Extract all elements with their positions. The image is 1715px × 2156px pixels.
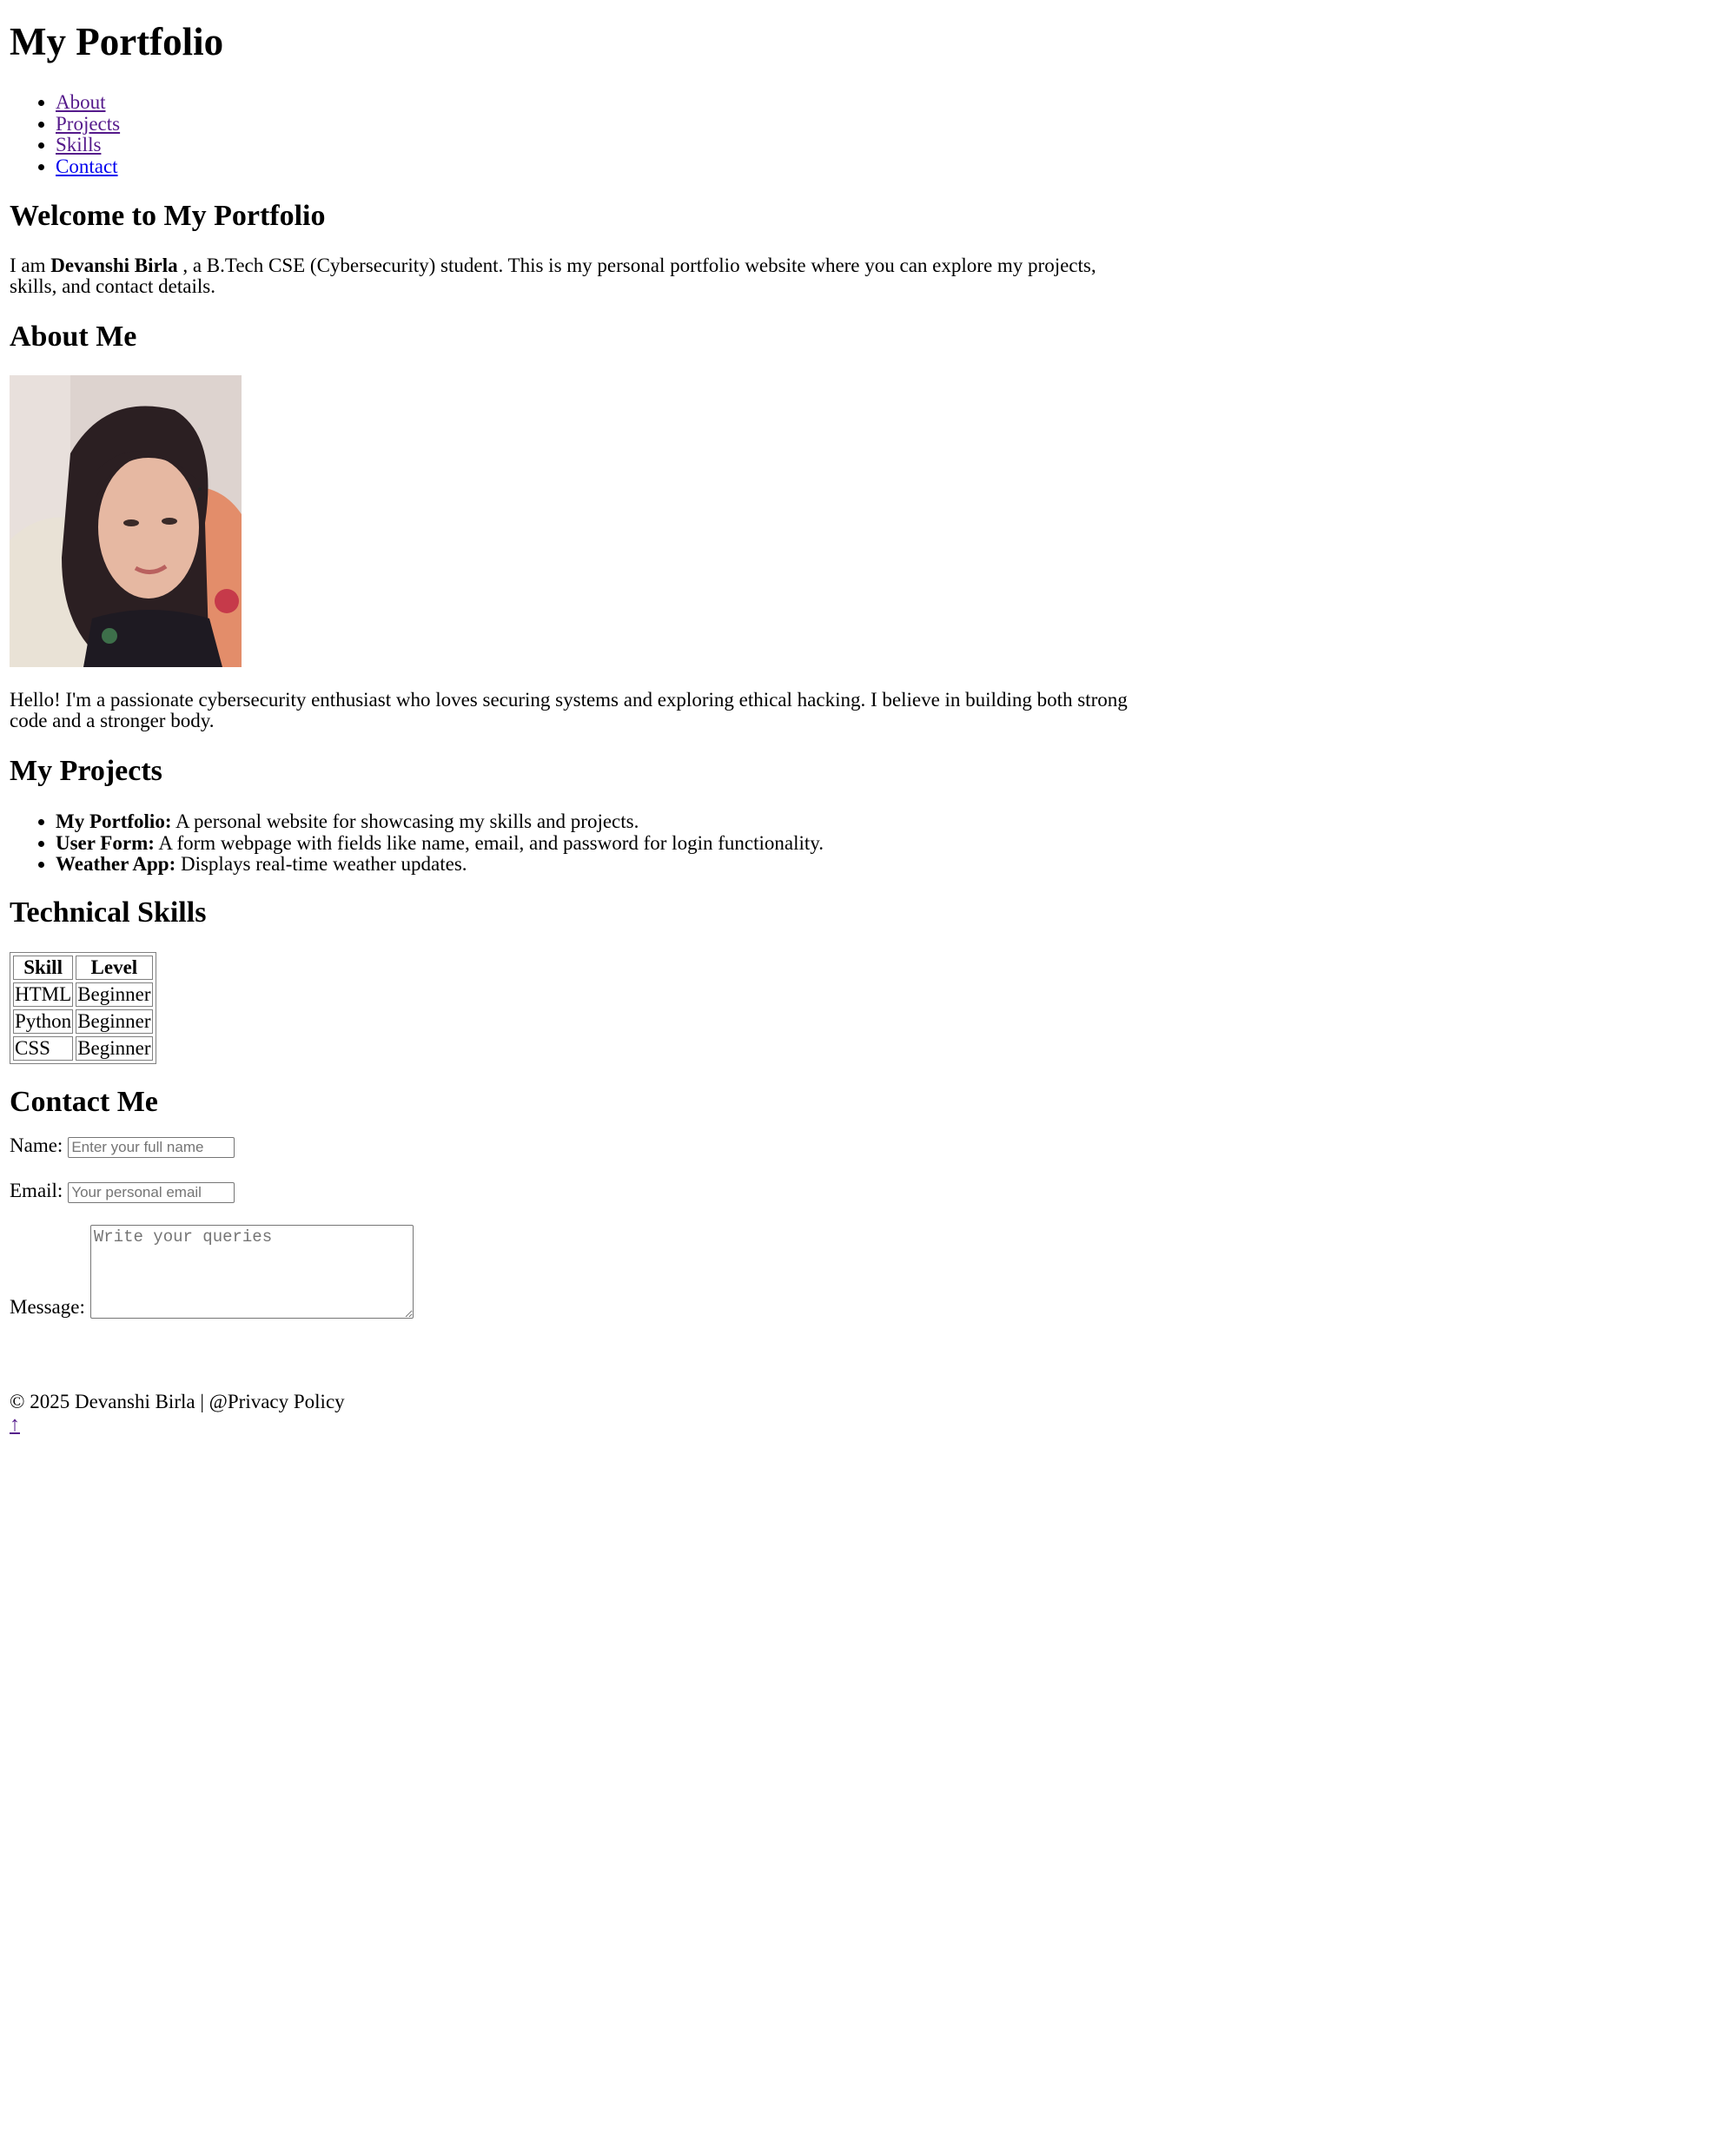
project-desc: Displays real-time weather updates. (175, 853, 467, 875)
project-title: My Portfolio: (56, 810, 172, 832)
owner-name: Devanshi Birla (50, 255, 183, 276)
table-row: CSS Beginner (13, 1036, 153, 1061)
column-header-level: Level (76, 956, 153, 980)
projects-list: My Portfolio: A personal website for sho… (10, 811, 824, 876)
project-desc: A form webpage with fields like name, em… (154, 831, 824, 854)
message-textarea[interactable] (89, 1225, 414, 1319)
table-header-row: Skill Level (13, 956, 153, 980)
name-row: Name: (10, 1134, 235, 1158)
email-row: Email: (10, 1180, 235, 1203)
welcome-text: I am Devanshi Birla , a B.Tech CSE (Cybe… (10, 255, 1139, 297)
contact-heading: Contact Me (10, 1086, 158, 1118)
project-item: Weather App: Displays real-time weather … (56, 854, 824, 876)
email-input[interactable] (68, 1181, 235, 1203)
message-label: Message: (10, 1295, 85, 1318)
skill-cell: HTML (13, 982, 74, 1007)
column-header-skill: Skill (13, 956, 74, 980)
project-title: User Form: (56, 831, 155, 854)
level-cell: Beginner (76, 982, 153, 1007)
nav-menu: About Projects Skills Contact (10, 92, 120, 177)
name-input[interactable] (68, 1136, 235, 1158)
nav-item-contact: Contact (56, 155, 120, 178)
level-cell: Beginner (76, 1009, 153, 1034)
name-label: Name: (10, 1134, 63, 1156)
project-item: User Form: A form webpage with fields li… (56, 831, 824, 855)
nav-link-skills[interactable]: Skills (56, 134, 101, 155)
nav-link-contact[interactable]: Contact (56, 155, 118, 177)
skills-table: Skill Level HTML Beginner Python Beginne… (10, 952, 156, 1064)
back-to-top-link[interactable]: ↑ (10, 1413, 20, 1438)
site-title: My Portfolio (10, 20, 224, 63)
skill-cell: Python (13, 1009, 74, 1034)
profile-photo-illustration (10, 375, 242, 667)
level-cell: Beginner (76, 1036, 153, 1061)
welcome-prefix: I am (10, 255, 51, 276)
table-row: HTML Beginner (13, 982, 153, 1007)
profile-photo (10, 375, 242, 667)
project-item: My Portfolio: A personal website for sho… (56, 811, 824, 833)
nav-item-projects: Projects (56, 113, 120, 136)
about-heading: About Me (10, 321, 137, 353)
nav-item-skills: Skills (56, 135, 120, 156)
skill-cell: CSS (13, 1036, 74, 1061)
message-row: Message: (10, 1225, 414, 1319)
project-desc: A personal website for showcasing my ski… (171, 810, 639, 832)
email-label: Email: (10, 1180, 63, 1201)
projects-heading: My Projects (10, 755, 162, 787)
welcome-heading: Welcome to My Portfolio (10, 200, 326, 232)
nav-item-about: About (56, 92, 120, 114)
nav-link-projects[interactable]: Projects (56, 113, 120, 135)
project-title: Weather App: (56, 853, 176, 875)
table-row: Python Beginner (13, 1009, 153, 1034)
skills-heading: Technical Skills (10, 896, 207, 929)
footer-text: © 2025 Devanshi Birla | @Privacy Policy (10, 1391, 345, 1412)
nav-link-about[interactable]: About (56, 91, 106, 113)
about-text: Hello! I'm a passionate cybersecurity en… (10, 689, 1128, 731)
arrow-up-icon: ↑ (10, 1413, 20, 1436)
